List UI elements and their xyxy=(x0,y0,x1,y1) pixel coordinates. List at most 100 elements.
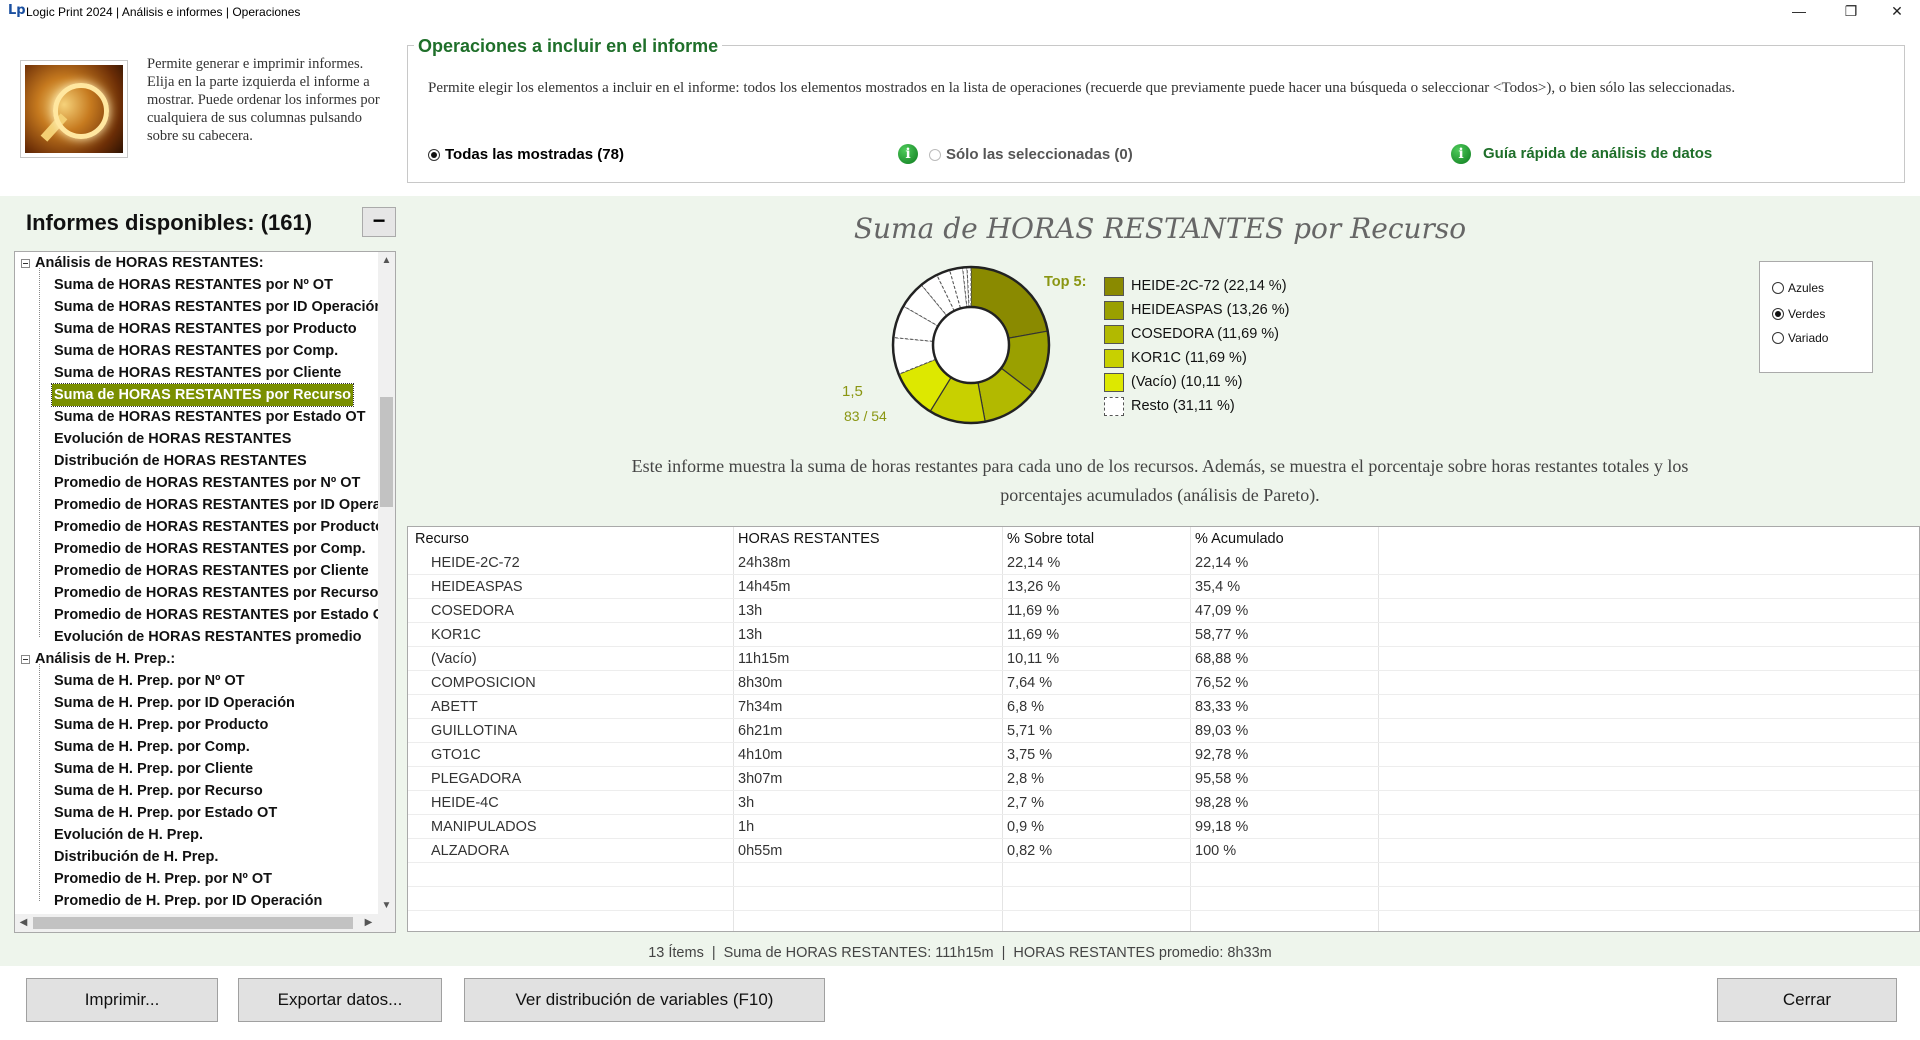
vertical-scroll-thumb[interactable] xyxy=(380,397,393,507)
table-row[interactable]: (Vacío) 11h15m 10,11 % 68,88 % xyxy=(408,647,1919,671)
status-sum: Suma de HORAS RESTANTES: 111h15m xyxy=(723,945,994,961)
tree-item[interactable]: Suma de H. Prep. por Cliente xyxy=(52,758,255,780)
table-row[interactable] xyxy=(408,887,1919,911)
legend-item: HEIDEASPAS (13,26 %) xyxy=(1104,298,1290,322)
scroll-down-icon[interactable]: ▼ xyxy=(378,897,395,914)
collapse-node-icon[interactable] xyxy=(21,258,30,268)
table-row[interactable]: PLEGADORA 3h07m 2,8 % 95,58 % xyxy=(408,767,1919,791)
tree-item[interactable]: Evolución de HORAS RESTANTES xyxy=(52,428,293,450)
tree-item[interactable]: Promedio de HORAS RESTANTES por Comp. xyxy=(52,538,368,560)
tree-content: Análisis de HORAS RESTANTES: Suma de HORA… xyxy=(15,252,379,912)
tree-item[interactable]: Promedio de HORAS RESTANTES por Estado O xyxy=(52,604,379,626)
guide-info-icon[interactable]: i xyxy=(1451,144,1471,164)
tree-item[interactable]: Suma de HORAS RESTANTES por Producto xyxy=(52,318,359,340)
table-cell: GUILLOTINA xyxy=(431,723,518,739)
scroll-left-icon[interactable]: ◀ xyxy=(15,914,32,932)
status-separator: | xyxy=(711,945,716,961)
legend-label: HEIDE-2C-72 (22,14 %) xyxy=(1131,278,1287,294)
table-row[interactable]: HEIDE-4C 3h 2,7 % 98,28 % xyxy=(408,791,1919,815)
tree-item[interactable]: Promedio de HORAS RESTANTES por Nº OT xyxy=(52,472,362,494)
scroll-up-icon[interactable]: ▲ xyxy=(378,252,395,269)
column-header[interactable]: % Sobre total xyxy=(1007,527,1094,551)
vertical-scrollbar[interactable]: ▲ ▼ xyxy=(378,252,395,914)
table-cell: 11,69 % xyxy=(1007,603,1060,619)
table-row[interactable]: ABETT 7h34m 6,8 % 83,33 % xyxy=(408,695,1919,719)
tree-item[interactable]: Distribución de H. Prep. xyxy=(52,846,220,868)
table-row[interactable]: MANIPULADOS 1h 0,9 % 99,18 % xyxy=(408,815,1919,839)
column-header[interactable]: HORAS RESTANTES xyxy=(738,527,880,551)
tree-item[interactable]: Suma de HORAS RESTANTES por ID Operación xyxy=(52,296,379,318)
table-row[interactable]: KOR1C 13h 11,69 % 58,77 % xyxy=(408,623,1919,647)
reports-tree[interactable]: Análisis de HORAS RESTANTES: Suma de HORA… xyxy=(14,251,396,933)
tree-item[interactable]: Suma de HORAS RESTANTES por Estado OT xyxy=(52,406,368,428)
tree-item[interactable]: Promedio de HORAS RESTANTES por Recurso xyxy=(52,582,379,604)
horizontal-scrollbar[interactable]: ◀ ▶ xyxy=(15,914,395,932)
legend-label: KOR1C (11,69 %) xyxy=(1131,350,1247,366)
option-selected-only[interactable]: Sólo las seleccionadas (0) xyxy=(929,146,1133,163)
close-window-button[interactable]: ✕ xyxy=(1874,0,1920,24)
option-all-shown[interactable]: Todas las mostradas (78) xyxy=(428,146,624,163)
table-row[interactable] xyxy=(408,863,1919,887)
column-header[interactable]: % Acumulado xyxy=(1195,527,1284,551)
close-button[interactable]: Cerrar xyxy=(1717,978,1897,1022)
tree-item[interactable]: Promedio de HORAS RESTANTES por ID Opera xyxy=(52,494,379,516)
tree-item[interactable]: Suma de H. Prep. por Producto xyxy=(52,714,270,736)
palette-option-azules[interactable]: Azules xyxy=(1772,281,1824,295)
tree-item[interactable]: Evolución de H. Prep. xyxy=(52,824,205,846)
table-row[interactable]: GUILLOTINA 6h21m 5,71 % 89,03 % xyxy=(408,719,1919,743)
tree-item[interactable]: Promedio de H. Prep. por ID Operación xyxy=(52,890,324,912)
tree-group[interactable]: Análisis de HORAS RESTANTES: xyxy=(21,252,264,274)
tree-item[interactable]: Suma de HORAS RESTANTES por Comp. xyxy=(52,340,340,362)
title-bar: Lp Logic Print 2024 | Análisis e informe… xyxy=(0,0,1920,24)
table-row[interactable]: COSEDORA 13h 11,69 % 47,09 % xyxy=(408,599,1919,623)
variable-distribution-button[interactable]: Ver distribución de variables (F10) xyxy=(464,978,825,1022)
info-icon[interactable]: i xyxy=(898,144,918,164)
collapse-node-icon[interactable] xyxy=(21,654,30,664)
table-row[interactable]: HEIDEASPAS 14h45m 13,26 % 35,4 % xyxy=(408,575,1919,599)
quick-guide-link[interactable]: Guía rápida de análisis de datos xyxy=(1483,145,1712,162)
legend-swatch xyxy=(1104,300,1124,320)
status-items: 13 Ítems xyxy=(648,945,704,961)
minimize-button[interactable]: — xyxy=(1776,0,1822,24)
magnifier-image-icon xyxy=(25,65,123,153)
collapse-all-button[interactable]: − xyxy=(362,207,396,237)
radio-selected-icon[interactable] xyxy=(929,148,941,161)
table-row[interactable] xyxy=(408,911,1919,931)
tree-item[interactable]: Promedio de HORAS RESTANTES por Cliente xyxy=(52,560,371,582)
table-cell: 7,64 % xyxy=(1007,675,1053,691)
table-row[interactable]: GTO1C 4h10m 3,75 % 92,78 % xyxy=(408,743,1919,767)
tree-item[interactable]: Distribución de HORAS RESTANTES xyxy=(52,450,309,472)
tree-item[interactable]: Suma de H. Prep. por Comp. xyxy=(52,736,252,758)
horizontal-scroll-thumb[interactable] xyxy=(33,917,353,929)
tree-item[interactable]: Suma de HORAS RESTANTES por Recurso xyxy=(50,383,355,407)
table-row[interactable]: COMPOSICION 8h30m 7,64 % 76,52 % xyxy=(408,671,1919,695)
tree-item[interactable]: Promedio de H. Prep. por Nº OT xyxy=(52,868,274,890)
print-button[interactable]: Imprimir... xyxy=(26,978,218,1022)
tree-item[interactable]: Suma de HORAS RESTANTES por Cliente xyxy=(52,362,343,384)
tree-item[interactable]: Suma de H. Prep. por Estado OT xyxy=(52,802,279,824)
tree-item[interactable]: Suma de H. Prep. por Nº OT xyxy=(52,670,247,692)
radio-icon[interactable] xyxy=(1772,308,1784,320)
column-header[interactable]: Recurso xyxy=(415,527,469,551)
radio-icon[interactable] xyxy=(1772,282,1784,294)
legend-item: Resto (31,11 %) xyxy=(1104,394,1290,418)
radio-icon[interactable] xyxy=(1772,332,1784,344)
tree-item[interactable]: Promedio de HORAS RESTANTES por Producto xyxy=(52,516,379,538)
palette-option-variado[interactable]: Variado xyxy=(1772,331,1828,345)
chart-scale-value: 1,5 xyxy=(842,383,863,400)
table-row[interactable]: HEIDE-2C-72 24h38m 22,14 % 22,14 % xyxy=(408,551,1919,575)
palette-option-verdes[interactable]: Verdes xyxy=(1772,307,1825,321)
scroll-right-icon[interactable]: ▶ xyxy=(360,914,377,932)
table-row[interactable]: ALZADORA 0h55m 0,82 % 100 % xyxy=(408,839,1919,863)
tree-item[interactable]: Suma de HORAS RESTANTES por Nº OT xyxy=(52,274,335,296)
tree-item[interactable]: Suma de H. Prep. por Recurso xyxy=(52,780,265,802)
tree-item[interactable]: Suma de H. Prep. por ID Operación xyxy=(52,692,297,714)
restore-button[interactable]: ❐ xyxy=(1828,0,1874,24)
tree-group[interactable]: Análisis de H. Prep.: xyxy=(21,648,175,670)
table-cell: COSEDORA xyxy=(431,603,514,619)
export-data-button[interactable]: Exportar datos... xyxy=(238,978,442,1022)
results-table[interactable]: Recurso HORAS RESTANTES % Sobre total % Acu… xyxy=(407,526,1920,932)
tree-item[interactable]: Evolución de HORAS RESTANTES promedio xyxy=(52,626,363,648)
legend-label: Resto (31,11 %) xyxy=(1131,398,1235,414)
radio-all-icon[interactable] xyxy=(428,148,440,161)
